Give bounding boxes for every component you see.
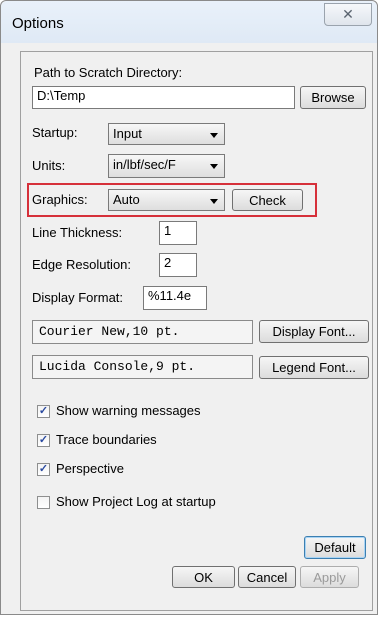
ok-button[interactable]: OK <box>172 566 235 588</box>
scratch-directory-input[interactable]: D:\Temp <box>32 86 295 109</box>
display-format-label: Display Format: <box>32 290 124 305</box>
graphics-label: Graphics: <box>32 192 88 207</box>
units-label: Units: <box>32 158 66 173</box>
perspective-checkbox[interactable]: ✓ <box>37 463 50 476</box>
show-warning-messages-checkbox[interactable]: ✓ <box>37 405 50 418</box>
trace-boundaries-label[interactable]: Trace boundaries <box>56 432 157 447</box>
edge-resolution-label: Edge Resolution: <box>32 257 132 272</box>
options-dialog: Options ✕ Path to Scratch Directory: D:\… <box>0 0 378 615</box>
close-button[interactable]: ✕ <box>324 3 372 26</box>
browse-button[interactable]: Browse <box>300 86 366 109</box>
line-thickness-label: Line Thickness: <box>32 225 123 240</box>
startup-label: Startup: <box>32 125 78 140</box>
units-select[interactable]: in/lbf/sec/F <box>108 154 225 178</box>
check-button[interactable]: Check <box>232 189 303 211</box>
chevron-down-icon <box>210 164 218 169</box>
trace-boundaries-checkbox[interactable]: ✓ <box>37 434 50 447</box>
edge-resolution-input[interactable]: 2 <box>159 253 197 277</box>
show-project-log-label[interactable]: Show Project Log at startup <box>56 494 216 509</box>
legend-font-value: Lucida Console,9 pt. <box>32 355 253 379</box>
dialog-title: Options <box>12 15 64 32</box>
units-select-value: in/lbf/sec/F <box>113 157 176 172</box>
chevron-down-icon <box>210 199 218 204</box>
startup-select[interactable]: Input <box>108 123 225 145</box>
display-format-input[interactable]: %11.4e <box>143 286 207 310</box>
title-bar: Options ✕ <box>1 1 377 43</box>
scratch-directory-label: Path to Scratch Directory: <box>34 65 183 80</box>
line-thickness-input[interactable]: 1 <box>159 221 197 245</box>
cancel-button[interactable]: Cancel <box>238 566 296 588</box>
graphics-select[interactable]: Auto <box>108 189 225 211</box>
perspective-label[interactable]: Perspective <box>56 461 124 476</box>
graphics-select-value: Auto <box>113 192 140 207</box>
show-warning-messages-label[interactable]: Show warning messages <box>56 403 201 418</box>
checkmark-icon: ✓ <box>38 405 49 417</box>
startup-select-value: Input <box>113 126 142 141</box>
display-font-button[interactable]: Display Font... <box>259 320 369 343</box>
display-font-value: Courier New,10 pt. <box>32 320 253 344</box>
legend-font-button[interactable]: Legend Font... <box>259 356 369 379</box>
apply-button[interactable]: Apply <box>300 566 359 588</box>
close-icon: ✕ <box>342 6 354 22</box>
show-project-log-checkbox[interactable] <box>37 496 50 509</box>
chevron-down-icon <box>210 133 218 138</box>
default-button[interactable]: Default <box>304 536 366 559</box>
checkmark-icon: ✓ <box>38 434 49 446</box>
checkmark-icon: ✓ <box>38 463 49 475</box>
options-panel: Path to Scratch Directory: D:\Temp Brows… <box>20 51 373 611</box>
